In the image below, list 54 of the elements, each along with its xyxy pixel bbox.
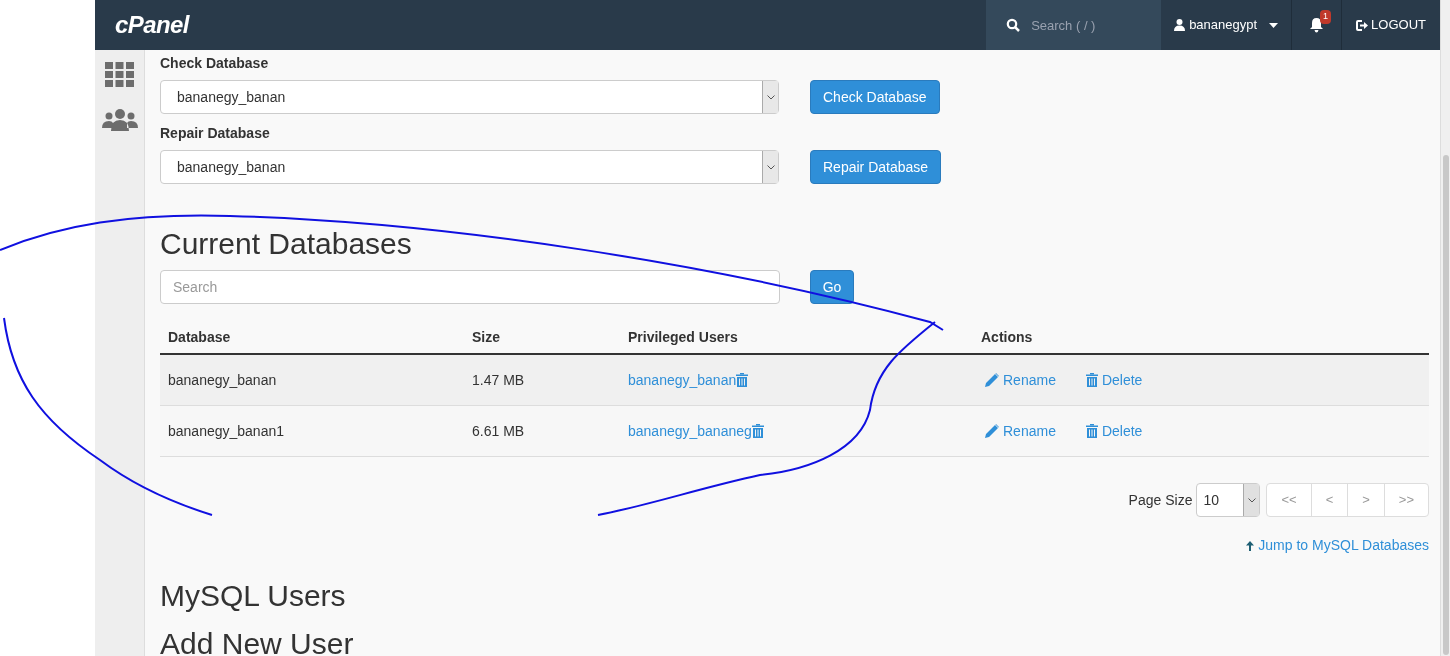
- arrow-up-icon: [1246, 540, 1255, 551]
- remove-user-button[interactable]: [751, 424, 764, 438]
- column-header: Size: [471, 327, 501, 347]
- logout-button[interactable]: LOGOUT: [1342, 0, 1440, 50]
- pagination-button[interactable]: >>: [1383, 484, 1428, 516]
- field-label: Check Database: [160, 54, 270, 73]
- table-cell-text: bananegy_banan1: [167, 421, 285, 441]
- users-icon[interactable]: [101, 109, 138, 131]
- column-header: Actions: [980, 327, 1034, 347]
- page-size-label: Page Size: [1128, 490, 1193, 510]
- trash-icon: [1085, 373, 1098, 387]
- page-size-select[interactable]: 10: [1196, 483, 1261, 517]
- remove-user-button[interactable]: [736, 373, 749, 387]
- table-cell-text: 1.47 MB: [471, 370, 526, 390]
- repair-database-button[interactable]: Repair Database: [810, 150, 942, 184]
- chevron-down-icon: [766, 94, 775, 100]
- logout-icon: [1356, 19, 1369, 31]
- table-cell-text: bananegy_banan: [167, 370, 278, 390]
- caret-icon: [1269, 22, 1279, 28]
- pagination-button[interactable]: <<: [1267, 484, 1311, 516]
- check-database-button[interactable]: Check Database: [810, 80, 940, 114]
- column-header: Database: [167, 327, 232, 347]
- user-link[interactable]: bananegy_banan: [628, 369, 737, 391]
- database-select[interactable]: bananegy_banan: [160, 80, 779, 114]
- pagination-button[interactable]: >: [1347, 484, 1384, 516]
- delete-link[interactable]: Delete: [1085, 420, 1143, 442]
- search-field[interactable]: Search ( / ): [986, 0, 1162, 50]
- section-heading: MySQL Users: [160, 578, 347, 614]
- chevron-down-icon: [1247, 497, 1256, 503]
- grid-icon[interactable]: [105, 62, 134, 87]
- trash-icon: [1085, 424, 1098, 438]
- bell-icon: [1309, 17, 1325, 33]
- table-cell-text: 6.61 MB: [471, 421, 526, 441]
- chevron-down-icon: [766, 164, 775, 170]
- trash-icon: [751, 424, 764, 438]
- field-label: Repair Database: [160, 124, 271, 143]
- section-heading: Current Databases: [160, 226, 413, 262]
- search-field[interactable]: Search: [160, 270, 780, 304]
- pagination-button[interactable]: <: [1310, 484, 1348, 516]
- section-heading: Add New User: [160, 626, 355, 656]
- user-icon: [1174, 19, 1186, 31]
- rename-link[interactable]: Rename: [985, 420, 1056, 442]
- trash-icon: [736, 373, 749, 387]
- notification-badge: 1: [1320, 10, 1332, 24]
- user-link[interactable]: bananegy_bananeg: [628, 420, 752, 442]
- cpanel-logo[interactable]: cPanel: [115, 7, 189, 43]
- delete-link[interactable]: Delete: [1085, 369, 1143, 391]
- column-header: Privileged Users: [627, 327, 739, 347]
- jump-link[interactable]: Jump to MySQL Databases: [1246, 535, 1429, 556]
- pencil-icon: [985, 373, 999, 387]
- pencil-icon: [985, 424, 999, 438]
- database-select[interactable]: bananegy_banan: [160, 150, 779, 184]
- rename-link[interactable]: Rename: [985, 369, 1056, 391]
- go-button[interactable]: Go: [810, 270, 854, 304]
